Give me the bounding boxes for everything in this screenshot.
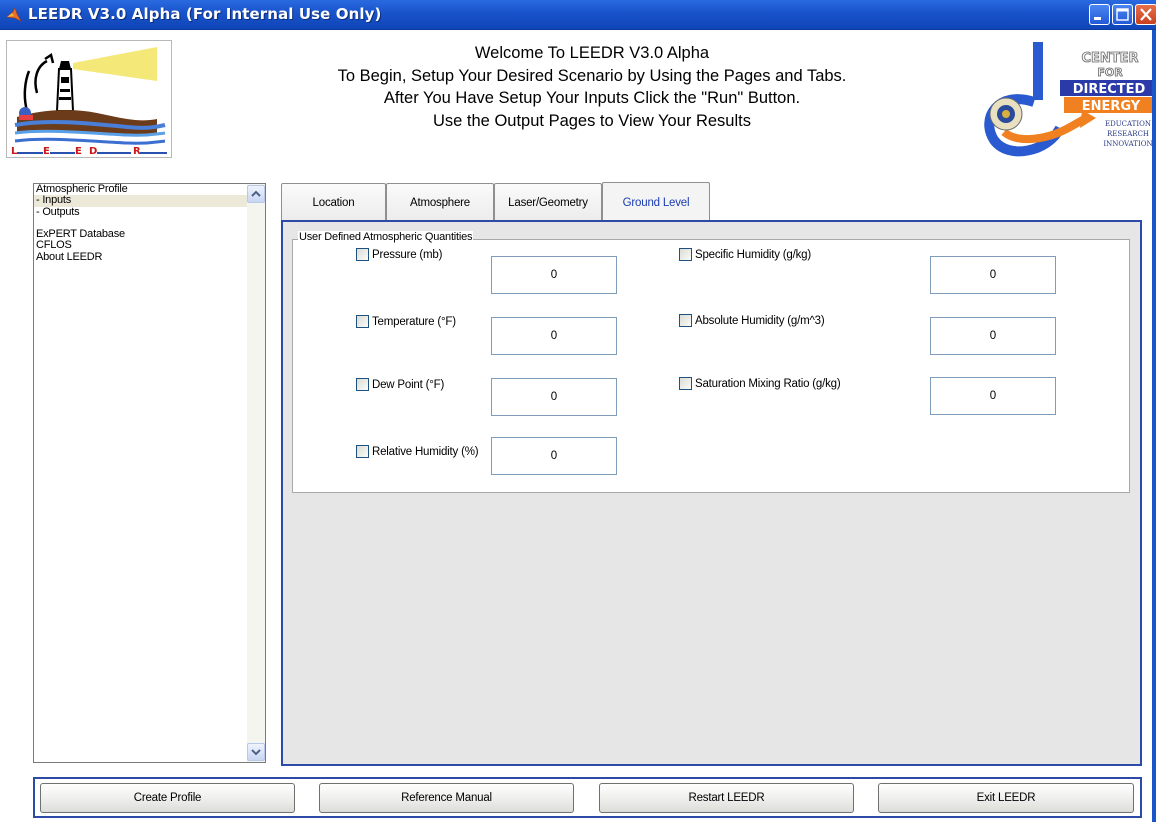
- welcome-line-4: Use the Output Pages to View Your Result…: [433, 111, 751, 130]
- absolute-humidity-input[interactable]: 0: [930, 317, 1056, 355]
- logo-letter-d: D: [89, 146, 97, 157]
- logo-tagline-1: EDUCATION: [1105, 120, 1151, 128]
- title-bar[interactable]: LEEDR V3.0 Alpha (For Internal Use Only): [0, 0, 1156, 30]
- temperature-row[interactable]: Temperature (°F): [356, 315, 456, 328]
- pressure-row[interactable]: Pressure (mb): [356, 248, 442, 261]
- relative-humidity-row[interactable]: Relative Humidity (%): [356, 445, 479, 458]
- scroll-up-button[interactable]: [247, 185, 265, 203]
- relative-humidity-checkbox[interactable]: [356, 445, 369, 458]
- saturation-mixing-ratio-input[interactable]: 0: [930, 377, 1056, 415]
- window-title: LEEDR V3.0 Alpha (For Internal Use Only): [28, 5, 382, 23]
- pressure-input[interactable]: 0: [491, 256, 617, 294]
- logo-for-text: FOR: [1097, 66, 1123, 79]
- absolute-humidity-row[interactable]: Absolute Humidity (g/m^3): [679, 314, 825, 327]
- nav-scrollbar[interactable]: [247, 184, 265, 762]
- reference-manual-button[interactable]: Reference Manual: [319, 783, 574, 813]
- welcome-line-2: To Begin, Setup Your Desired Scenario by…: [337, 66, 847, 85]
- welcome-line-3: After You Have Setup Your Inputs Click t…: [383, 89, 801, 107]
- absolute-humidity-checkbox[interactable]: [679, 314, 692, 327]
- temperature-label: Temperature (°F): [372, 315, 456, 328]
- close-button[interactable]: [1135, 4, 1156, 25]
- nav-item[interactable]: - Inputs: [34, 194, 247, 207]
- tab-atmosphere[interactable]: Atmosphere: [386, 183, 494, 221]
- logo-letter-r: R: [133, 146, 141, 157]
- maximize-icon: [1116, 8, 1129, 21]
- welcome-line-1: Welcome To LEEDR V3.0 Alpha: [474, 44, 710, 62]
- specific-humidity-label: Specific Humidity (g/kg): [695, 248, 811, 261]
- exit-leedr-button[interactable]: Exit LEEDR: [878, 783, 1134, 813]
- maximize-button[interactable]: [1112, 4, 1133, 25]
- relative-humidity-input[interactable]: 0: [491, 437, 617, 475]
- relative-humidity-label: Relative Humidity (%): [372, 445, 479, 458]
- tab-location[interactable]: Location: [281, 183, 386, 221]
- group-legend: User Defined Atmospheric Quantities: [298, 231, 474, 243]
- logo-directed-text: DIRECTED: [1073, 82, 1146, 97]
- chevron-down-icon: [251, 749, 261, 756]
- saturation-mixing-ratio-row[interactable]: Saturation Mixing Ratio (g/kg): [679, 377, 841, 390]
- logo-letter-e1: E: [43, 146, 50, 157]
- dew-point-row[interactable]: Dew Point (°F): [356, 378, 444, 391]
- leedr-logo: L E E D R: [6, 40, 172, 158]
- tab-ground-level[interactable]: Ground Level: [602, 182, 710, 222]
- absolute-humidity-label: Absolute Humidity (g/m^3): [695, 314, 825, 327]
- logo-energy-text: ENERGY: [1082, 99, 1141, 114]
- specific-humidity-input[interactable]: 0: [930, 256, 1056, 294]
- welcome-text: Welcome To LEEDR V3.0 Alpha To Begin, Se…: [272, 42, 912, 132]
- scroll-down-button[interactable]: [247, 743, 265, 761]
- minimize-icon: [1094, 17, 1101, 20]
- nav-item[interactable]: - Outputs: [34, 206, 247, 218]
- matlab-icon: [6, 7, 22, 22]
- temperature-input[interactable]: 0: [491, 317, 617, 355]
- create-profile-button[interactable]: Create Profile: [40, 783, 295, 813]
- logo-letter-l: L: [11, 146, 18, 157]
- navigation-list[interactable]: Atmospheric Profile - Inputs - Outputs ExPE…: [33, 183, 266, 763]
- restart-leedr-button[interactable]: Restart LEEDR: [599, 783, 854, 813]
- dew-point-checkbox[interactable]: [356, 378, 369, 391]
- specific-humidity-checkbox[interactable]: [679, 248, 692, 261]
- saturation-mixing-ratio-label: Saturation Mixing Ratio (g/kg): [695, 377, 841, 390]
- chevron-up-icon: [251, 190, 261, 197]
- dew-point-label: Dew Point (°F): [372, 378, 445, 391]
- nav-item[interactable]: About LEEDR: [34, 251, 247, 263]
- pressure-checkbox[interactable]: [356, 248, 369, 261]
- pressure-label: Pressure (mb): [372, 248, 443, 261]
- logo-center-text: CENTER: [1081, 51, 1138, 66]
- window-right-border: [1152, 30, 1156, 822]
- close-icon: [1140, 8, 1152, 21]
- logo-letter-e2: E: [75, 146, 82, 157]
- logo-tagline-2: RESEARCH: [1107, 130, 1149, 138]
- dew-point-input[interactable]: 0: [491, 378, 617, 416]
- saturation-mixing-ratio-checkbox[interactable]: [679, 377, 692, 390]
- specific-humidity-row[interactable]: Specific Humidity (g/kg): [679, 248, 811, 261]
- lighthouse-logo-icon: L E E D R: [11, 47, 167, 157]
- logo-tagline-3: INNOVATION: [1103, 140, 1152, 148]
- minimize-button[interactable]: [1089, 4, 1110, 25]
- tab-laser-geometry[interactable]: Laser/Geometry: [494, 183, 602, 221]
- directed-energy-logo: CENTER FOR DIRECTED ENERGY EDUCATION RES…: [968, 40, 1156, 158]
- temperature-checkbox[interactable]: [356, 315, 369, 328]
- directed-energy-logo-icon: CENTER FOR DIRECTED ENERGY EDUCATION RES…: [984, 42, 1156, 157]
- navigation-items: Atmospheric Profile - Inputs - Outputs ExPE…: [34, 183, 247, 263]
